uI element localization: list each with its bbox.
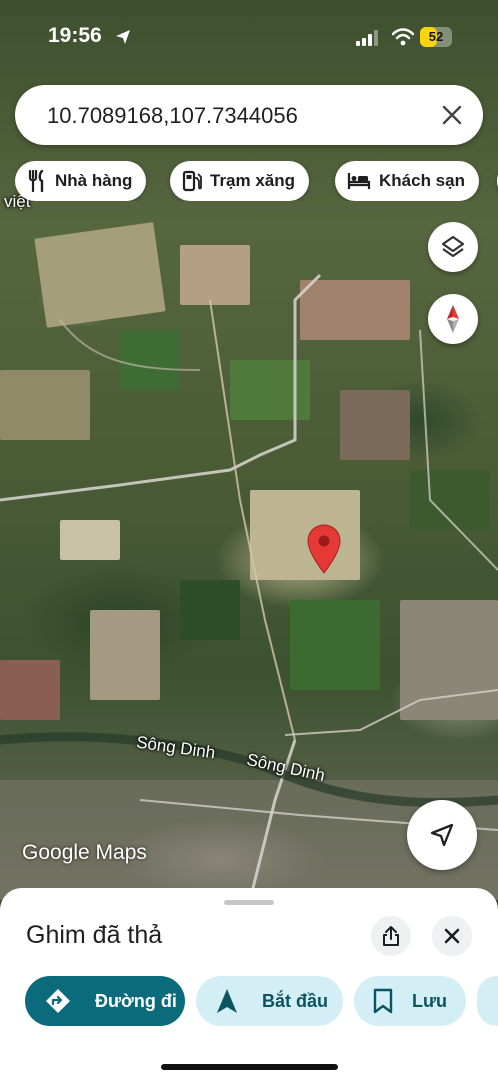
layers-button[interactable] xyxy=(428,222,478,272)
status-bar: 19:56 52 xyxy=(0,0,498,72)
home-indicator xyxy=(161,1064,338,1070)
directions-label: Đường đi xyxy=(95,990,177,1011)
close-icon[interactable] xyxy=(439,102,465,128)
close-sheet-button[interactable] xyxy=(432,916,472,956)
wifi-icon xyxy=(392,28,414,46)
start-label: Bắt đầu xyxy=(262,990,329,1011)
share-button[interactable] xyxy=(371,916,411,956)
location-arrow-icon xyxy=(430,823,454,847)
directions-icon xyxy=(46,989,70,1013)
restaurant-icon xyxy=(28,170,44,192)
save-label: Lưu xyxy=(412,990,448,1011)
start-button[interactable]: Bắt đầu xyxy=(196,976,343,1026)
search-query[interactable]: 10.7089168,107.7344056 xyxy=(47,103,298,129)
place-sheet[interactable]: Ghim đã thả Đường đi Bắt đầu Lưu xyxy=(0,888,498,1080)
directions-button[interactable]: Đường đi xyxy=(25,976,185,1026)
chip-label: Trạm xăng xyxy=(210,171,296,190)
more-actions-button[interactable] xyxy=(477,976,498,1026)
battery-percent: 52 xyxy=(428,29,444,44)
compass-button[interactable] xyxy=(428,294,478,344)
bookmark-icon xyxy=(373,988,393,1014)
hotel-icon xyxy=(347,173,371,189)
status-time: 19:56 xyxy=(48,24,102,47)
chip-hotels[interactable]: Khách sạn xyxy=(335,161,479,201)
chip-label: Khách sạn xyxy=(379,171,465,190)
chip-gas-stations[interactable]: Trạm xăng xyxy=(170,161,310,201)
google-maps-logo: Google Maps xyxy=(22,841,147,864)
layers-icon xyxy=(441,235,465,258)
close-icon xyxy=(444,928,460,944)
chip-restaurants[interactable]: Nhà hàng xyxy=(15,161,147,201)
cellular-signal-icon xyxy=(356,30,378,46)
share-icon xyxy=(383,926,399,946)
sheet-drag-handle[interactable] xyxy=(224,900,274,905)
compass-icon xyxy=(447,305,459,333)
sheet-title: Ghim đã thả xyxy=(26,921,163,949)
gas-station-icon xyxy=(182,170,202,192)
search-bar[interactable]: 10.7089168,107.7344056 xyxy=(15,85,483,145)
save-button[interactable]: Lưu xyxy=(354,976,466,1026)
navigation-arrow-icon xyxy=(217,989,237,1013)
chip-label: Nhà hàng xyxy=(55,171,133,190)
battery-indicator: 52 xyxy=(420,27,452,47)
location-services-icon xyxy=(116,30,130,44)
dropped-pin-icon[interactable] xyxy=(307,524,341,574)
action-buttons: Đường đi Bắt đầu Lưu xyxy=(0,976,498,1028)
category-chips: Nhà hàng Trạm xăng Khách sạn xyxy=(15,161,498,201)
my-location-button[interactable] xyxy=(407,800,477,870)
